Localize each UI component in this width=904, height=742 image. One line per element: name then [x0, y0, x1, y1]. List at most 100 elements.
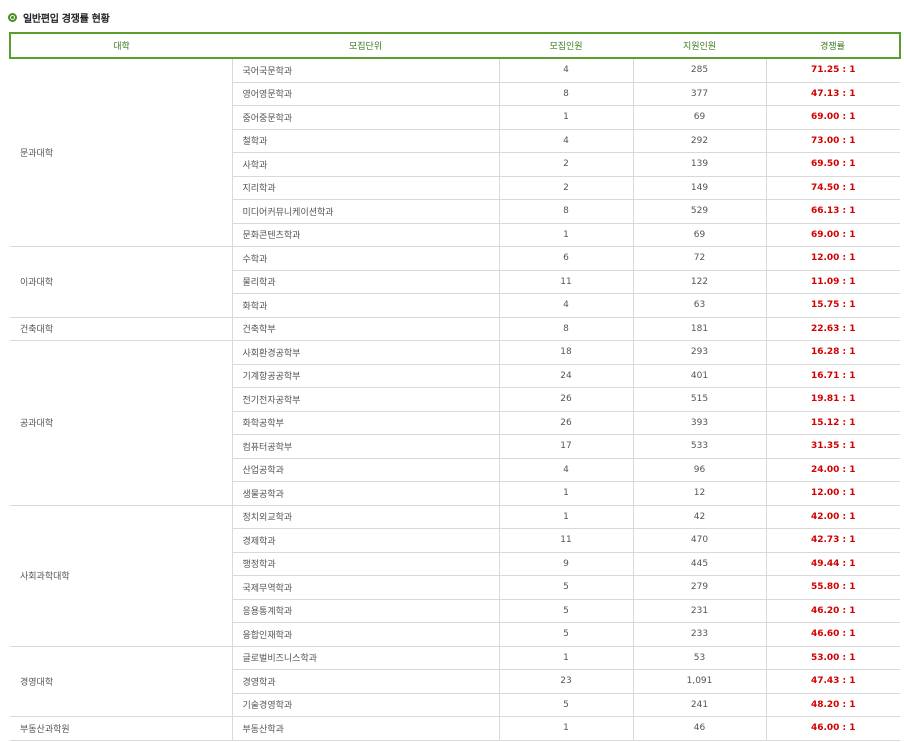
applicants-cell: 63 [632, 293, 766, 318]
rate-cell: 46.20 : 1 [765, 599, 900, 623]
header-row: 대학 모집단위 모집인원 지원인원 경쟁률 [9, 32, 901, 59]
unit-cell: 전기전자공학부 [231, 387, 499, 412]
table-row: 부동산과학원 부동산학과 1 46 46.00 : 1 [10, 716, 900, 741]
table-row: 이과대학 수학과 6 72 12.00 : 1 [10, 246, 900, 318]
quota-cell: 4 [498, 58, 633, 83]
unit-cell: 철학과 [231, 129, 499, 153]
rate-cell: 12.00 : 1 [765, 481, 900, 506]
table-row: 사회과학대학 정치외교학과 1 42 42.00 : 1 [10, 505, 900, 647]
applicants-cell: 533 [632, 434, 766, 459]
quota-cell: 1 [498, 105, 633, 130]
unit-cell: 응용통계학과 [231, 599, 499, 623]
applicants-cell: 292 [632, 129, 766, 153]
quota-cell: 24 [498, 364, 633, 388]
rate-cell: 15.12 : 1 [765, 411, 900, 435]
unit-cell: 융합인재학과 [231, 622, 499, 647]
rate-cell: 47.13 : 1 [765, 82, 900, 106]
quota-cell: 11 [498, 270, 633, 294]
rate-cell: 69.00 : 1 [765, 105, 900, 130]
unit-cell: 행정학과 [231, 552, 499, 576]
unit-cell: 생물공학과 [231, 481, 499, 506]
college-cell: 부동산과학원 [10, 716, 232, 741]
rate-cell: 31.35 : 1 [765, 434, 900, 459]
college-cell: 이과대학 [10, 246, 232, 318]
rate-cell: 46.60 : 1 [765, 622, 900, 647]
table-row: 건축대학 건축학부 8 181 22.63 : 1 [10, 317, 900, 341]
unit-cell: 지리학과 [231, 176, 499, 200]
rate-cell: 53.00 : 1 [765, 646, 900, 670]
unit-cell: 사회환경공학부 [231, 340, 499, 365]
college-cell: 공과대학 [10, 340, 232, 506]
quota-cell: 5 [498, 622, 633, 647]
unit-cell: 산업공학과 [231, 458, 499, 482]
rate-cell: 16.28 : 1 [765, 340, 900, 365]
quota-cell: 1 [498, 505, 633, 529]
rate-cell: 69.00 : 1 [765, 223, 900, 247]
applicants-cell: 96 [632, 458, 766, 482]
applicants-cell: 529 [632, 199, 766, 224]
applicants-cell: 69 [632, 105, 766, 130]
circle-bullet-icon [8, 12, 17, 22]
applicants-cell: 53 [632, 646, 766, 670]
applicants-cell: 42 [632, 505, 766, 529]
applicants-cell: 1,091 [632, 669, 766, 694]
table-row: 경영대학 글로벌비즈니스학과 1 53 53.00 : 1 [10, 646, 900, 717]
rate-cell: 71.25 : 1 [765, 58, 900, 83]
college-cell: 경영대학 [10, 646, 232, 717]
unit-cell: 국제무역학과 [231, 575, 499, 600]
applicants-cell: 122 [632, 270, 766, 294]
applicants-cell: 470 [632, 528, 766, 553]
unit-cell: 미디어커뮤니케이션학과 [231, 199, 499, 224]
applicants-cell: 515 [632, 387, 766, 412]
unit-cell: 물리학과 [231, 270, 499, 294]
unit-cell: 정치외교학과 [231, 505, 499, 529]
header-applicants: 지원인원 [633, 32, 766, 59]
rate-cell: 47.43 : 1 [765, 669, 900, 694]
table-body: 문과대학 국어국문학과 4 285 71.25 : 1 영어영문학과 8 377 47.13 :… [10, 58, 900, 741]
quota-cell: 5 [498, 599, 633, 623]
rate-cell: 46.00 : 1 [765, 716, 900, 741]
quota-cell: 26 [498, 411, 633, 435]
applicants-cell: 241 [632, 693, 766, 717]
header-college: 대학 [9, 32, 232, 59]
quota-cell: 23 [498, 669, 633, 694]
rate-cell: 15.75 : 1 [765, 293, 900, 318]
applicants-cell: 72 [632, 246, 766, 271]
unit-cell: 기술경영학과 [231, 693, 499, 717]
unit-cell: 영어영문학과 [231, 82, 499, 106]
unit-cell: 건축학부 [231, 317, 499, 341]
unit-cell: 글로벌비즈니스학과 [231, 646, 499, 670]
header-unit: 모집단위 [232, 32, 499, 59]
rate-cell: 48.20 : 1 [765, 693, 900, 717]
college-cell: 사회과학대학 [10, 505, 232, 647]
rate-cell: 42.73 : 1 [765, 528, 900, 553]
rate-cell: 24.00 : 1 [765, 458, 900, 482]
quota-cell: 1 [498, 481, 633, 506]
applicants-cell: 377 [632, 82, 766, 106]
quota-cell: 4 [498, 293, 633, 318]
applicants-cell: 393 [632, 411, 766, 435]
competition-rate-table: 대학 모집단위 모집인원 지원인원 경쟁률 문과대학 국어국문학과 4 285 71.2… [9, 32, 901, 741]
unit-cell: 화학공학부 [231, 411, 499, 435]
unit-cell: 경영학과 [231, 669, 499, 694]
rate-cell: 49.44 : 1 [765, 552, 900, 576]
unit-cell: 기계항공공학부 [231, 364, 499, 388]
quota-cell: 8 [498, 317, 633, 341]
rate-cell: 55.80 : 1 [765, 575, 900, 600]
applicants-cell: 149 [632, 176, 766, 200]
applicants-cell: 231 [632, 599, 766, 623]
rate-cell: 42.00 : 1 [765, 505, 900, 529]
rate-cell: 22.63 : 1 [765, 317, 900, 341]
header-rate: 경쟁률 [766, 32, 901, 59]
applicants-cell: 401 [632, 364, 766, 388]
applicants-cell: 445 [632, 552, 766, 576]
unit-cell: 경제학과 [231, 528, 499, 553]
applicants-cell: 139 [632, 152, 766, 177]
quota-cell: 18 [498, 340, 633, 365]
unit-cell: 컴퓨터공학부 [231, 434, 499, 459]
rate-cell: 73.00 : 1 [765, 129, 900, 153]
applicants-cell: 285 [632, 58, 766, 83]
unit-cell: 부동산학과 [231, 716, 499, 741]
unit-cell: 중어중문학과 [231, 105, 499, 130]
applicants-cell: 233 [632, 622, 766, 647]
